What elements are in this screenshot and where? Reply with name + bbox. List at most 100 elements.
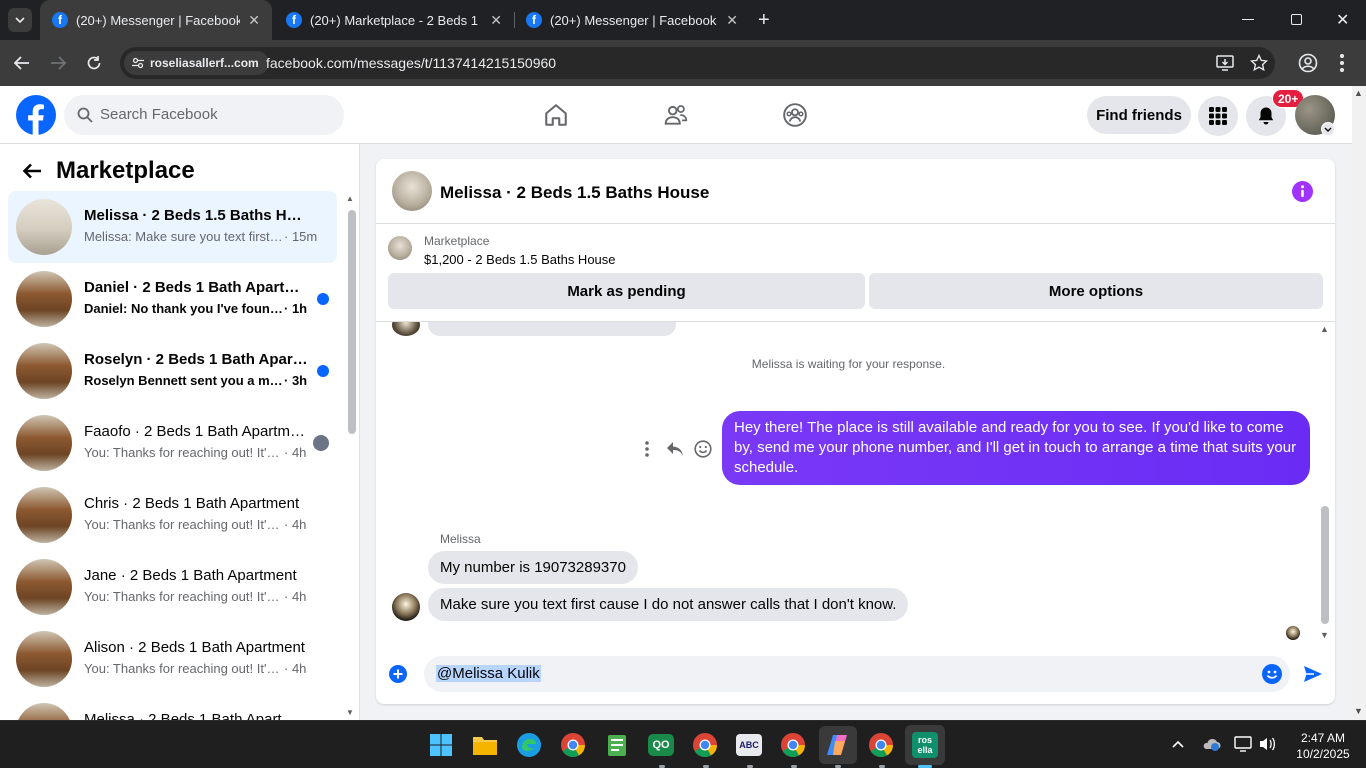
close-tab-icon[interactable]: ✕: [490, 12, 502, 29]
conversation-item[interactable]: Jane · 2 Beds 1 Bath Apartment You: Than…: [8, 551, 337, 623]
close-tab-icon[interactable]: ✕: [248, 12, 260, 29]
facebook-favicon-icon: f: [52, 12, 68, 28]
sidebar-scrollbar-thumb[interactable]: [348, 210, 356, 434]
conversation-name: Chris · 2 Beds 1 Bath Apartment: [84, 495, 300, 512]
scroll-up-arrow[interactable]: ▲: [1354, 88, 1363, 98]
chrome-profile-button[interactable]: [777, 729, 809, 761]
app-button[interactable]: ABC: [733, 729, 765, 761]
incoming-message-bubble[interactable]: My number is 19073289370: [428, 551, 638, 584]
tab-search-button[interactable]: [8, 8, 32, 32]
conversation-item[interactable]: Melissa · 2 Beds 1 Bath Apartment: [8, 695, 337, 720]
menu-button[interactable]: [1198, 96, 1238, 136]
conversation-item[interactable]: Chris · 2 Beds 1 Bath Apartment You: Tha…: [8, 479, 337, 551]
back-arrow-icon[interactable]: [22, 163, 42, 179]
snippet-time: · 4h: [284, 589, 307, 604]
facebook-favicon-icon: f: [526, 12, 542, 28]
bookmark-star-icon[interactable]: [1250, 54, 1268, 72]
listing-thumbnail[interactable]: [392, 171, 432, 211]
browser-tab-1[interactable]: f (20+) Messenger | Facebook ✕: [40, 0, 272, 40]
new-tab-button[interactable]: +: [758, 10, 770, 30]
listing-avatar: [16, 559, 72, 615]
sender-avatar[interactable]: [392, 593, 420, 621]
notes-app-button[interactable]: [601, 729, 633, 761]
facebook-logo-icon[interactable]: [16, 95, 56, 135]
conversation-item[interactable]: Melissa · 2 Beds 1.5 Baths House Melissa…: [8, 191, 337, 263]
conversation-item[interactable]: Roselyn · 2 Beds 1 Bath Apartment Rosely…: [8, 335, 337, 407]
restore-icon[interactable]: [1291, 14, 1302, 25]
start-button[interactable]: [425, 729, 457, 761]
conversation-item[interactable]: Faaofo · 2 Beds 1 Bath Apartment You: Th…: [8, 407, 337, 479]
chrome-profile-button[interactable]: [865, 729, 897, 761]
message-input[interactable]: @Melissa Kulik: [424, 656, 1290, 692]
site-info-chip[interactable]: roseliasallerf...com: [124, 51, 269, 75]
browser-tab-3[interactable]: f (20+) Messenger | Facebook ✕: [514, 0, 750, 40]
conversation-snippet: Roselyn Bennett sent you a message · 3h: [84, 373, 319, 388]
groups-icon[interactable]: [782, 102, 808, 128]
search-facebook-input[interactable]: Search Facebook: [64, 95, 344, 135]
browser-tab-2[interactable]: f (20+) Marketplace - 2 Beds 1 Ba ✕: [274, 0, 514, 40]
snippet-text: You: Thanks for reaching out! It's still…: [84, 517, 284, 532]
more-actions-icon[interactable]: [645, 441, 649, 457]
listing-price-title[interactable]: $1,200 - 2 Beds 1.5 Baths House: [424, 252, 616, 267]
back-arrow-icon[interactable]: [14, 56, 30, 70]
apps-grid-icon: [1209, 107, 1227, 125]
account-menu-chevron[interactable]: [1321, 122, 1335, 136]
reload-icon[interactable]: [86, 55, 102, 71]
forward-arrow-icon[interactable]: [50, 56, 66, 70]
chrome-button[interactable]: [557, 729, 589, 761]
snippet-time: · 4h: [284, 445, 307, 460]
chrome-profile-button[interactable]: [689, 729, 721, 761]
more-options-button[interactable]: More options: [869, 273, 1323, 309]
system-clock[interactable]: 2:47 AM 10/2/2025: [1288, 730, 1358, 762]
windows-taskbar: QO ABC ros ella 2:47 AM 10/2/2025: [0, 720, 1366, 768]
send-icon[interactable]: [1303, 665, 1323, 683]
scroll-down-arrow[interactable]: ▼: [1354, 706, 1363, 716]
close-window-icon[interactable]: ✕: [1336, 10, 1349, 30]
plus-circle-icon[interactable]: [389, 665, 407, 683]
copilot-icon: [827, 735, 847, 755]
scroll-down-arrow[interactable]: ▼: [1320, 630, 1329, 640]
conversation-item[interactable]: Alison · 2 Beds 1 Bath Apartment You: Th…: [8, 623, 337, 695]
chat-header: Melissa · 2 Beds 1.5 Baths House: [376, 159, 1335, 224]
chat-title[interactable]: Melissa · 2 Beds 1.5 Baths House: [440, 183, 709, 203]
reply-icon[interactable]: [666, 441, 684, 457]
snippet-time: · 3h: [284, 373, 308, 388]
chrome-icon: [561, 733, 585, 758]
listing-avatar: [16, 415, 72, 471]
friends-icon[interactable]: [663, 102, 689, 128]
emoji-icon[interactable]: [1262, 664, 1282, 684]
home-icon[interactable]: [543, 102, 569, 128]
react-emoji-icon[interactable]: [694, 440, 712, 458]
browser-menu-icon[interactable]: [1340, 54, 1344, 72]
scroll-down-arrow[interactable]: ▼: [346, 708, 354, 717]
conversation-item[interactable]: Daniel · 2 Beds 1 Bath Apartment Daniel:…: [8, 263, 337, 335]
edge-button[interactable]: [513, 729, 545, 761]
install-app-icon[interactable]: [1216, 55, 1234, 71]
scroll-up-arrow[interactable]: ▲: [346, 194, 354, 203]
unread-dot: [317, 293, 329, 305]
thread-scrollbar-thumb[interactable]: [1321, 506, 1329, 624]
minimize-icon[interactable]: [1242, 19, 1254, 20]
snippet-time: · 4h: [284, 661, 307, 676]
chevron-up-icon[interactable]: [1172, 740, 1184, 748]
scroll-up-arrow[interactable]: ▲: [1320, 324, 1329, 334]
mark-as-pending-button[interactable]: Mark as pending: [388, 273, 865, 309]
marketplace-conversation-list: Marketplace Melissa · 2 Beds 1.5 Baths H…: [0, 144, 360, 720]
incoming-message-bubble[interactable]: Make sure you text first cause I do not …: [428, 588, 909, 621]
info-icon[interactable]: [1292, 181, 1313, 202]
outgoing-message-bubble[interactable]: Hey there! The place is still available …: [722, 411, 1310, 485]
onedrive-icon[interactable]: [1201, 736, 1221, 752]
file-explorer-button[interactable]: [469, 729, 501, 761]
app-button[interactable]: QO: [645, 729, 677, 761]
display-icon[interactable]: [1234, 736, 1252, 752]
omnibox[interactable]: roseliasallerf...com facebook.com/messag…: [120, 47, 1275, 79]
page-scrollbar[interactable]: ▲ ▼: [1352, 86, 1366, 720]
profile-icon[interactable]: [1298, 53, 1318, 73]
volume-icon[interactable]: [1258, 736, 1276, 752]
close-tab-icon[interactable]: ✕: [726, 12, 738, 29]
copilot-button[interactable]: [819, 726, 857, 764]
facebook-favicon-icon: f: [286, 12, 302, 28]
rosella-app-button[interactable]: ros ella: [905, 725, 945, 765]
find-friends-button[interactable]: Find friends: [1087, 96, 1191, 134]
listing-small-thumbnail: [388, 236, 412, 260]
